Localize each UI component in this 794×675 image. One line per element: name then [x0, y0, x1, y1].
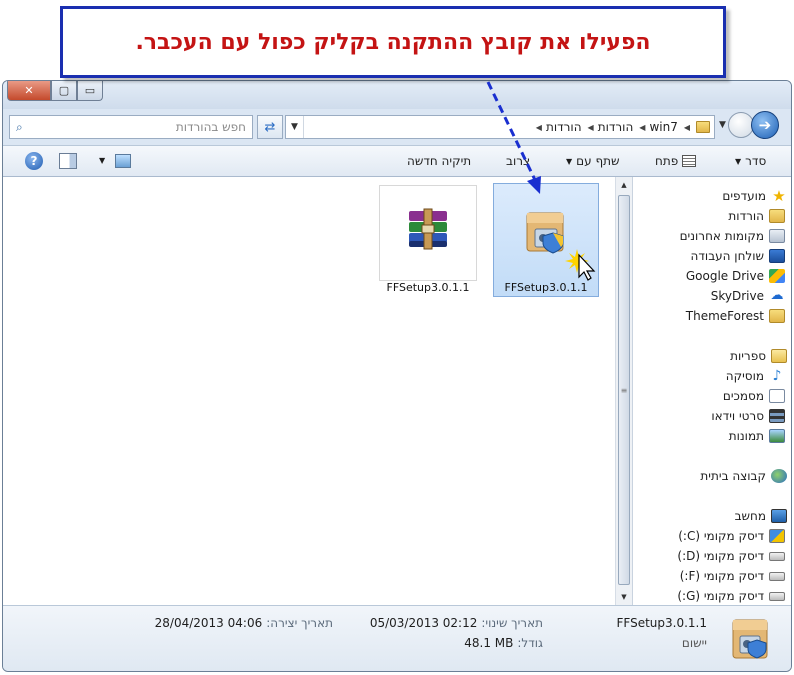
hard-drive-icon — [769, 551, 785, 561]
nav-item-pictures[interactable]: תמונות — [729, 427, 785, 445]
nav-item-drive-c[interactable]: דיסק מקומי (C:) — [678, 527, 785, 545]
mouse-cursor-icon — [565, 249, 596, 281]
title-bar: ✕ ▢ ▭ — [3, 81, 791, 109]
nav-item-google-drive[interactable]: Google Drive — [686, 267, 785, 285]
nav-item-downloads[interactable]: הורדות — [728, 207, 785, 225]
nav-favorites[interactable]: ★ מועדפים — [722, 187, 787, 205]
nav-item-desktop[interactable]: שולחן העבודה — [691, 247, 785, 265]
nav-item-recent-places[interactable]: מקומות אחרונים — [680, 227, 785, 245]
navigation-pane: ★ מועדפים הורדות מקומות אחרונים שולחן העב… — [632, 177, 791, 605]
details-created: תאריך יצירה: 28/04/2013 04:06 — [154, 616, 333, 630]
details-modified: תאריך שינוי: 05/03/2013 02:12 — [369, 616, 543, 630]
star-icon: ★ — [772, 187, 786, 205]
help-icon[interactable]: ? — [25, 152, 43, 170]
explorer-window: ✕ ▢ ▭ חפש בהורדות ⌕ ⇄ ▼ ◀ הורדות ◀ הורדות … — [2, 80, 792, 672]
cloud-icon: ☁ — [770, 288, 784, 303]
organize-button[interactable]: סדר ▼ — [735, 154, 766, 168]
view-dropdown[interactable]: ▼ — [99, 156, 105, 165]
file-item-installer[interactable]: FFSetup3.0.1.1 — [493, 183, 599, 297]
nav-item-drive-d[interactable]: דיסק מקומי (D:) — [677, 547, 785, 565]
chevron-down-icon: ▼ — [566, 156, 573, 166]
hard-drive-icon — [769, 591, 785, 601]
scroll-down-arrow[interactable]: ▼ — [616, 589, 632, 605]
nav-item-themeforest[interactable]: ThemeForest — [686, 307, 785, 325]
homegroup-icon — [771, 469, 787, 483]
chevron-down-icon: ▼ — [735, 156, 742, 166]
music-note-icon: ♪ — [772, 368, 782, 384]
nav-computer[interactable]: מחשב — [735, 507, 787, 525]
folder-icon — [769, 309, 785, 323]
burn-button[interactable]: צרוב — [506, 154, 530, 168]
open-button[interactable]: פתח — [655, 154, 697, 168]
computer-icon — [771, 509, 787, 523]
details-file-type: יישום — [681, 636, 707, 650]
breadcrumb-item[interactable]: ◀ הורדות — [588, 120, 634, 134]
nav-homegroup[interactable]: קבוצה ביתית — [700, 467, 787, 485]
details-file-name: FFSetup3.0.1.1 — [616, 616, 707, 630]
address-history-dropdown[interactable]: ▼ — [286, 116, 304, 138]
change-view-icon[interactable] — [115, 154, 131, 168]
nav-scrollbar[interactable]: ▲ ≡ ▼ — [615, 177, 632, 605]
search-icon: ⌕ — [16, 119, 23, 134]
preview-pane-icon[interactable] — [59, 153, 77, 169]
details-size: גודל: 48.1 MB — [464, 636, 543, 650]
back-arrow-icon: ➔ — [758, 116, 772, 134]
back-button[interactable]: ➔ — [750, 111, 779, 139]
nav-item-videos[interactable]: סרטי וידאו — [711, 407, 785, 425]
hard-drive-icon — [769, 571, 785, 581]
downloads-folder-icon — [769, 209, 785, 223]
maximize-button[interactable]: ▢ — [51, 81, 77, 101]
nav-item-documents[interactable]: מסמכים — [723, 387, 785, 405]
nav-item-drive-f[interactable]: דיסק מקומי (F:) — [680, 567, 785, 585]
recent-pages-dropdown[interactable]: ▼ — [719, 120, 726, 130]
minimize-button[interactable]: ▭ — [77, 81, 103, 101]
google-drive-icon — [769, 269, 785, 283]
libraries-icon — [771, 349, 787, 363]
nav-libraries[interactable]: ספריות — [730, 347, 787, 365]
search-input[interactable]: חפש בהורדות ⌕ — [9, 115, 253, 139]
breadcrumb-root-arrow[interactable]: ◀ — [684, 123, 690, 132]
document-icon — [769, 389, 785, 403]
refresh-button[interactable]: ⇄ — [257, 115, 283, 139]
film-strip-icon — [769, 409, 785, 423]
file-item-archive[interactable]: FFSetup3.0.1.1 — [379, 185, 477, 297]
address-row: חפש בהורדות ⌕ ⇄ ▼ ◀ הורדות ◀ הורדות ◀ win7 … — [3, 109, 791, 145]
search-placeholder: חפש בהורדות — [175, 120, 246, 134]
share-with-button[interactable]: שתף עם ▼ — [566, 154, 620, 168]
recent-places-icon — [769, 229, 785, 243]
file-name: FFSetup3.0.1.1 — [386, 281, 470, 294]
scroll-thumb[interactable]: ≡ — [618, 195, 630, 585]
new-folder-button[interactable]: תיקיה חדשה — [407, 154, 471, 168]
breadcrumb-item[interactable]: ◀ הורדות — [536, 120, 582, 134]
refresh-icon: ⇄ — [264, 119, 276, 135]
nav-item-drive-g[interactable]: דיסק מקומי (G:) — [677, 587, 785, 605]
nav-item-music[interactable]: ♪ מוסיקה — [726, 367, 785, 385]
file-list: FFSetup3.0.1.1 FFSetup3.0.1.1 — [3, 177, 615, 605]
scroll-up-arrow[interactable]: ▲ — [616, 177, 632, 193]
details-pane: FFSetup3.0.1.1 יישום תאריך שינוי: 05/03/2… — [3, 605, 791, 671]
installer-icon — [732, 619, 768, 659]
breadcrumb-item[interactable]: ◀ win7 — [639, 120, 678, 134]
nav-item-skydrive[interactable]: ☁ SkyDrive — [711, 287, 785, 305]
address-bar[interactable]: ▼ ◀ הורדות ◀ הורדות ◀ win7 ◀ — [285, 115, 715, 139]
winrar-archive-icon — [409, 208, 447, 250]
system-drive-icon — [769, 529, 785, 543]
folder-icon — [696, 121, 710, 133]
breadcrumb: ◀ הורדות ◀ הורדות ◀ win7 ◀ — [304, 120, 714, 134]
picture-icon — [769, 429, 785, 443]
close-button[interactable]: ✕ — [7, 81, 51, 101]
instruction-callout: הפעילו את קובץ ההתקנה בקליק כפול עם העכב… — [60, 6, 726, 78]
open-icon — [682, 155, 697, 167]
callout-text: הפעילו את קובץ ההתקנה בקליק כפול עם העכב… — [135, 29, 651, 55]
file-name: FFSetup3.0.1.1 — [504, 281, 588, 294]
desktop-icon — [769, 249, 785, 263]
command-bar: ? ▼ תיקיה חדשה צרוב שתף עם ▼ פתח סדר ▼ — [3, 145, 791, 177]
